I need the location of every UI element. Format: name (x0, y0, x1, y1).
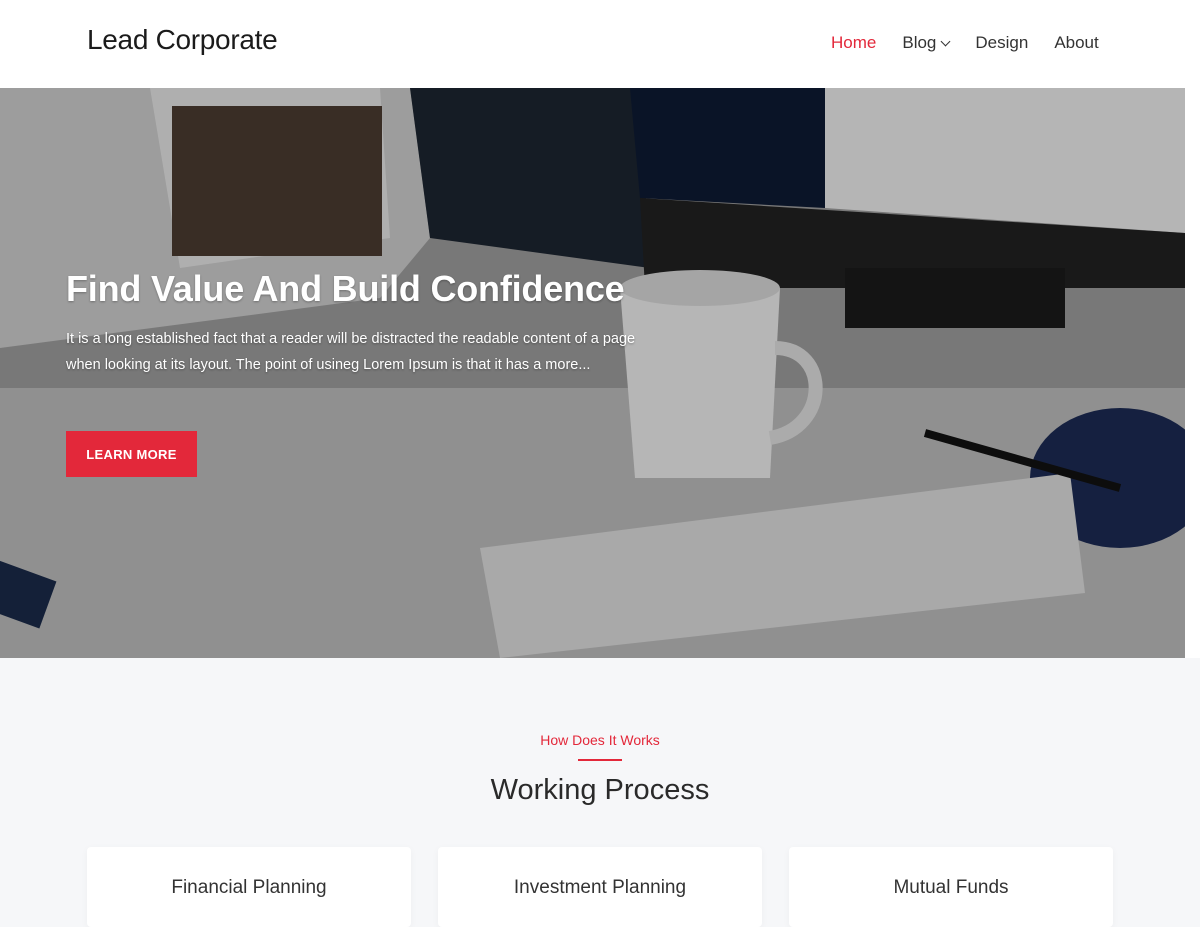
kicker-divider (578, 759, 622, 761)
hero-title: Find Value And Build Confidence (66, 268, 625, 309)
page-edge-strip (1185, 88, 1200, 658)
chevron-down-icon (940, 36, 951, 46)
process-card-investment-planning[interactable]: Investment Planning (438, 847, 762, 927)
nav-item-about[interactable]: About (1054, 33, 1098, 53)
hero-description: It is a long established fact that a rea… (66, 331, 636, 373)
card-title: Financial Planning (171, 877, 327, 898)
card-title: Mutual Funds (893, 877, 1009, 898)
process-card-mutual-funds[interactable]: Mutual Funds (789, 847, 1113, 927)
card-title: Investment Planning (513, 877, 687, 898)
nav-item-home[interactable]: Home (831, 33, 876, 53)
main-navigation: Home Blog Design About (831, 33, 1099, 53)
nav-item-design[interactable]: Design (975, 33, 1028, 53)
nav-item-design-label: Design (975, 33, 1029, 52)
nav-item-about-label: About (1054, 33, 1099, 52)
learn-more-button[interactable]: LEARN MORE (66, 431, 197, 477)
nav-item-blog-label: Blog (902, 33, 937, 52)
process-section: How Does It Works Working Process Financ… (0, 658, 1200, 927)
nav-item-blog[interactable]: Blog (902, 33, 951, 53)
section-title: Working Process (490, 774, 710, 806)
site-header: Lead Corporate Home Blog Design About (0, 0, 1200, 88)
nav-item-home-label: Home (831, 33, 877, 52)
section-kicker: How Does It Works (540, 732, 660, 748)
process-card-financial-planning[interactable]: Financial Planning (87, 847, 411, 927)
site-title[interactable]: Lead Corporate (87, 24, 278, 56)
hero-section: Find Value And Build Confidence It is a … (0, 88, 1185, 658)
